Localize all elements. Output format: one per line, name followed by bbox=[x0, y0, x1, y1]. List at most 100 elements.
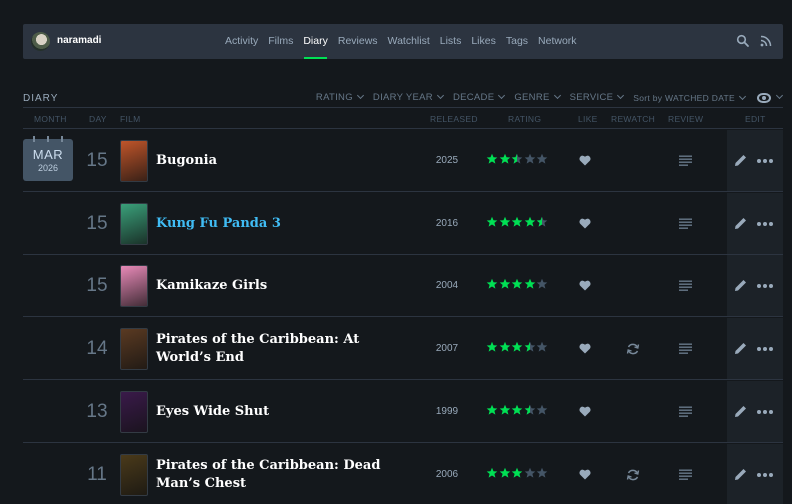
heart-icon[interactable] bbox=[579, 406, 591, 417]
star-rating[interactable] bbox=[486, 404, 549, 416]
month-badge[interactable]: MAR 2026 bbox=[23, 136, 73, 181]
edit-icon[interactable] bbox=[734, 405, 747, 418]
chevron-down-icon[interactable] bbox=[775, 91, 784, 100]
sort-dropdown[interactable]: Sort by WATCHED DATE bbox=[633, 92, 747, 103]
review-icon[interactable] bbox=[679, 280, 692, 292]
film-poster[interactable] bbox=[120, 202, 148, 245]
edit-icon[interactable] bbox=[734, 279, 747, 292]
sort-label: Sort by WATCHED DATE bbox=[633, 92, 735, 103]
film-title[interactable]: Pirates of the Caribbean: Dead Man’s Che… bbox=[156, 444, 406, 504]
release-year[interactable]: 1999 bbox=[427, 406, 467, 417]
film-title[interactable]: Kamikaze Girls bbox=[156, 255, 406, 317]
star-empty-icon bbox=[524, 153, 537, 165]
nav-reviews[interactable]: Reviews bbox=[333, 24, 383, 59]
release-year[interactable]: 2004 bbox=[427, 280, 467, 291]
review-icon[interactable] bbox=[679, 218, 692, 229]
star-rating[interactable] bbox=[486, 278, 549, 290]
more-options-icon[interactable] bbox=[757, 284, 775, 289]
film-title[interactable]: Pirates of the Caribbean: At World’s End bbox=[156, 318, 406, 380]
film-title[interactable]: Eyes Wide Shut bbox=[156, 381, 406, 443]
nav-tags[interactable]: Tags bbox=[501, 24, 533, 59]
review-icon[interactable] bbox=[679, 469, 692, 480]
film-poster[interactable] bbox=[120, 140, 148, 182]
diary-title: DIARY bbox=[23, 93, 59, 104]
nav-network[interactable]: Network bbox=[533, 24, 582, 59]
avatar[interactable] bbox=[31, 32, 50, 51]
release-year[interactable]: 2016 bbox=[427, 218, 467, 229]
calendar-pin bbox=[33, 136, 35, 142]
more-options-icon[interactable] bbox=[757, 159, 775, 163]
film-poster[interactable] bbox=[120, 453, 148, 496]
star-empty-icon bbox=[536, 467, 549, 479]
month-year: 2026 bbox=[37, 163, 59, 173]
star-empty-icon bbox=[536, 404, 549, 416]
table-row: 11 Pirates of the Caribbean: Dead Man’s C… bbox=[23, 443, 783, 504]
film-title[interactable]: Kung Fu Panda 3 bbox=[156, 193, 406, 255]
day-number[interactable]: 15 bbox=[85, 275, 109, 297]
more-options-icon[interactable] bbox=[757, 347, 775, 352]
edit-icon[interactable] bbox=[734, 468, 747, 481]
heart-icon[interactable] bbox=[579, 155, 591, 166]
eye-icon[interactable] bbox=[757, 92, 771, 103]
edit-icon[interactable] bbox=[734, 342, 747, 355]
table-row: 13 Eyes Wide Shut 1999 bbox=[23, 380, 783, 443]
filter-genre-label: GENRE bbox=[514, 92, 550, 103]
col-rating: RATING bbox=[508, 114, 542, 124]
day-number[interactable]: 13 bbox=[85, 401, 109, 423]
divider bbox=[23, 128, 783, 129]
search-icon[interactable] bbox=[736, 34, 750, 48]
filter-diary-year[interactable]: DIARY YEAR bbox=[373, 91, 444, 103]
review-icon[interactable] bbox=[679, 155, 692, 166]
nav-activity[interactable]: Activity bbox=[220, 24, 263, 59]
film-poster[interactable] bbox=[120, 265, 148, 308]
nav-diary[interactable]: Diary bbox=[298, 24, 333, 59]
review-icon[interactable] bbox=[679, 406, 692, 417]
release-year[interactable]: 2025 bbox=[427, 155, 467, 166]
rewatch-icon[interactable] bbox=[626, 342, 640, 356]
star-empty-icon bbox=[536, 341, 549, 353]
nav-watchlist[interactable]: Watchlist bbox=[383, 24, 435, 59]
nav-lists[interactable]: Lists bbox=[435, 24, 467, 59]
col-edit: EDIT bbox=[745, 114, 766, 124]
release-year[interactable]: 2006 bbox=[427, 469, 467, 480]
star-rating[interactable] bbox=[486, 153, 549, 165]
filter-rating[interactable]: RATING bbox=[316, 91, 364, 103]
review-icon[interactable] bbox=[679, 343, 692, 354]
table-row: 14 Pirates of the Caribbean: At World’s E… bbox=[23, 318, 783, 381]
rss-icon[interactable] bbox=[759, 34, 773, 48]
heart-icon[interactable] bbox=[579, 218, 591, 229]
star-full-icon bbox=[486, 278, 499, 290]
col-day: DAY bbox=[89, 114, 107, 124]
film-poster[interactable] bbox=[120, 328, 148, 371]
day-number[interactable]: 15 bbox=[85, 213, 109, 235]
filter-decade[interactable]: DECADE bbox=[453, 91, 506, 103]
star-rating[interactable] bbox=[486, 341, 549, 353]
star-full-icon bbox=[499, 467, 512, 479]
edit-icon[interactable] bbox=[734, 154, 747, 167]
star-rating[interactable] bbox=[486, 216, 549, 228]
username[interactable]: naramadi bbox=[57, 35, 101, 46]
heart-icon[interactable] bbox=[579, 343, 591, 354]
rewatch-icon[interactable] bbox=[626, 468, 640, 482]
more-options-icon[interactable] bbox=[757, 472, 775, 477]
star-rating[interactable] bbox=[486, 467, 549, 479]
more-options-icon[interactable] bbox=[757, 409, 775, 414]
star-full-icon bbox=[524, 278, 537, 290]
filter-genre[interactable]: GENRE bbox=[514, 91, 561, 103]
film-poster[interactable] bbox=[120, 390, 148, 433]
day-number[interactable]: 14 bbox=[85, 338, 109, 360]
day-number[interactable]: 15 bbox=[85, 150, 109, 172]
heart-icon[interactable] bbox=[579, 280, 591, 291]
release-year[interactable]: 2007 bbox=[427, 343, 467, 354]
chevron-down-icon bbox=[498, 91, 506, 100]
nav-likes[interactable]: Likes bbox=[466, 24, 501, 59]
more-options-icon[interactable] bbox=[757, 221, 775, 226]
divider bbox=[23, 107, 783, 108]
chevron-down-icon bbox=[617, 91, 625, 100]
film-title[interactable]: Bugonia bbox=[156, 130, 406, 192]
nav-films[interactable]: Films bbox=[263, 24, 298, 59]
filter-service[interactable]: SERVICE bbox=[570, 91, 625, 103]
edit-icon[interactable] bbox=[734, 217, 747, 230]
day-number[interactable]: 11 bbox=[85, 464, 109, 486]
heart-icon[interactable] bbox=[579, 469, 591, 480]
